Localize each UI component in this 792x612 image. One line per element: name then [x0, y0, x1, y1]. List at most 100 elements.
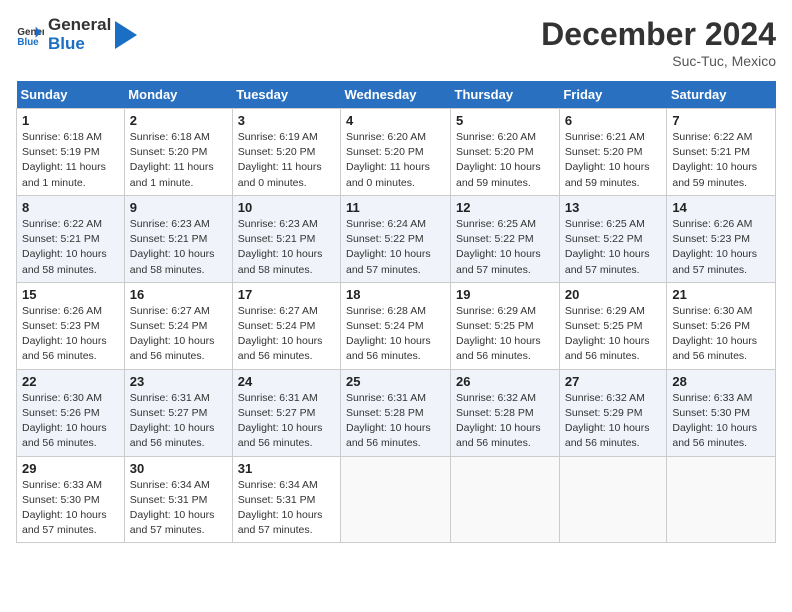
header-sunday: Sunday	[17, 81, 125, 109]
day-number: 14	[672, 200, 770, 215]
day-number: 19	[456, 287, 554, 302]
table-row: 1 Sunrise: 6:18 AM Sunset: 5:19 PM Dayli…	[17, 109, 125, 196]
calendar-week-row: 29 Sunrise: 6:33 AM Sunset: 5:30 PM Dayl…	[17, 456, 776, 543]
day-number: 29	[22, 461, 119, 476]
day-info: Sunrise: 6:22 AM Sunset: 5:21 PM Dayligh…	[22, 217, 119, 278]
logo-blue-text: Blue	[48, 35, 111, 54]
table-row: 12 Sunrise: 6:25 AM Sunset: 5:22 PM Dayl…	[451, 195, 560, 282]
day-number: 11	[346, 200, 445, 215]
day-info: Sunrise: 6:32 AM Sunset: 5:28 PM Dayligh…	[456, 391, 554, 452]
day-number: 12	[456, 200, 554, 215]
day-number: 18	[346, 287, 445, 302]
day-info: Sunrise: 6:29 AM Sunset: 5:25 PM Dayligh…	[565, 304, 662, 365]
table-row: 14 Sunrise: 6:26 AM Sunset: 5:23 PM Dayl…	[667, 195, 776, 282]
table-row: 4 Sunrise: 6:20 AM Sunset: 5:20 PM Dayli…	[341, 109, 451, 196]
day-info: Sunrise: 6:22 AM Sunset: 5:21 PM Dayligh…	[672, 130, 770, 191]
day-info: Sunrise: 6:33 AM Sunset: 5:30 PM Dayligh…	[672, 391, 770, 452]
day-info: Sunrise: 6:23 AM Sunset: 5:21 PM Dayligh…	[130, 217, 227, 278]
day-info: Sunrise: 6:30 AM Sunset: 5:26 PM Dayligh…	[672, 304, 770, 365]
table-row: 2 Sunrise: 6:18 AM Sunset: 5:20 PM Dayli…	[124, 109, 232, 196]
month-title: December 2024	[541, 16, 776, 53]
day-info: Sunrise: 6:28 AM Sunset: 5:24 PM Dayligh…	[346, 304, 445, 365]
table-row: 9 Sunrise: 6:23 AM Sunset: 5:21 PM Dayli…	[124, 195, 232, 282]
header-wednesday: Wednesday	[341, 81, 451, 109]
day-number: 3	[238, 113, 335, 128]
table-row: 5 Sunrise: 6:20 AM Sunset: 5:20 PM Dayli…	[451, 109, 560, 196]
day-info: Sunrise: 6:20 AM Sunset: 5:20 PM Dayligh…	[346, 130, 445, 191]
table-row: 3 Sunrise: 6:19 AM Sunset: 5:20 PM Dayli…	[232, 109, 340, 196]
table-row: 19 Sunrise: 6:29 AM Sunset: 5:25 PM Dayl…	[451, 282, 560, 369]
day-info: Sunrise: 6:31 AM Sunset: 5:27 PM Dayligh…	[238, 391, 335, 452]
calendar-week-row: 15 Sunrise: 6:26 AM Sunset: 5:23 PM Dayl…	[17, 282, 776, 369]
day-number: 1	[22, 113, 119, 128]
table-row: 13 Sunrise: 6:25 AM Sunset: 5:22 PM Dayl…	[559, 195, 667, 282]
day-number: 16	[130, 287, 227, 302]
table-row: 8 Sunrise: 6:22 AM Sunset: 5:21 PM Dayli…	[17, 195, 125, 282]
day-info: Sunrise: 6:27 AM Sunset: 5:24 PM Dayligh…	[238, 304, 335, 365]
day-info: Sunrise: 6:19 AM Sunset: 5:20 PM Dayligh…	[238, 130, 335, 191]
table-row: 15 Sunrise: 6:26 AM Sunset: 5:23 PM Dayl…	[17, 282, 125, 369]
header-saturday: Saturday	[667, 81, 776, 109]
day-number: 31	[238, 461, 335, 476]
day-number: 21	[672, 287, 770, 302]
day-number: 2	[130, 113, 227, 128]
logo: General Blue General Blue	[16, 16, 137, 53]
table-row: 6 Sunrise: 6:21 AM Sunset: 5:20 PM Dayli…	[559, 109, 667, 196]
table-row: 11 Sunrise: 6:24 AM Sunset: 5:22 PM Dayl…	[341, 195, 451, 282]
day-info: Sunrise: 6:31 AM Sunset: 5:28 PM Dayligh…	[346, 391, 445, 452]
day-number: 27	[565, 374, 662, 389]
table-row	[451, 456, 560, 543]
table-row: 10 Sunrise: 6:23 AM Sunset: 5:21 PM Dayl…	[232, 195, 340, 282]
table-row	[667, 456, 776, 543]
calendar-week-row: 1 Sunrise: 6:18 AM Sunset: 5:19 PM Dayli…	[17, 109, 776, 196]
svg-text:Blue: Blue	[17, 36, 39, 47]
calendar-table: Sunday Monday Tuesday Wednesday Thursday…	[16, 81, 776, 543]
logo-icon: General Blue	[16, 21, 44, 49]
day-info: Sunrise: 6:23 AM Sunset: 5:21 PM Dayligh…	[238, 217, 335, 278]
day-info: Sunrise: 6:29 AM Sunset: 5:25 PM Dayligh…	[456, 304, 554, 365]
calendar-week-row: 22 Sunrise: 6:30 AM Sunset: 5:26 PM Dayl…	[17, 369, 776, 456]
table-row: 30 Sunrise: 6:34 AM Sunset: 5:31 PM Dayl…	[124, 456, 232, 543]
logo-arrow-icon	[115, 21, 137, 49]
day-number: 7	[672, 113, 770, 128]
table-row: 21 Sunrise: 6:30 AM Sunset: 5:26 PM Dayl…	[667, 282, 776, 369]
table-row	[341, 456, 451, 543]
location-title: Suc-Tuc, Mexico	[541, 53, 776, 69]
day-info: Sunrise: 6:34 AM Sunset: 5:31 PM Dayligh…	[238, 478, 335, 539]
table-row: 31 Sunrise: 6:34 AM Sunset: 5:31 PM Dayl…	[232, 456, 340, 543]
day-number: 13	[565, 200, 662, 215]
day-info: Sunrise: 6:33 AM Sunset: 5:30 PM Dayligh…	[22, 478, 119, 539]
table-row	[559, 456, 667, 543]
day-number: 25	[346, 374, 445, 389]
day-number: 28	[672, 374, 770, 389]
table-row: 18 Sunrise: 6:28 AM Sunset: 5:24 PM Dayl…	[341, 282, 451, 369]
header-tuesday: Tuesday	[232, 81, 340, 109]
day-number: 10	[238, 200, 335, 215]
table-row: 17 Sunrise: 6:27 AM Sunset: 5:24 PM Dayl…	[232, 282, 340, 369]
table-row: 16 Sunrise: 6:27 AM Sunset: 5:24 PM Dayl…	[124, 282, 232, 369]
table-row: 7 Sunrise: 6:22 AM Sunset: 5:21 PM Dayli…	[667, 109, 776, 196]
day-number: 4	[346, 113, 445, 128]
day-info: Sunrise: 6:26 AM Sunset: 5:23 PM Dayligh…	[672, 217, 770, 278]
day-number: 9	[130, 200, 227, 215]
day-info: Sunrise: 6:31 AM Sunset: 5:27 PM Dayligh…	[130, 391, 227, 452]
day-info: Sunrise: 6:18 AM Sunset: 5:20 PM Dayligh…	[130, 130, 227, 191]
table-row: 22 Sunrise: 6:30 AM Sunset: 5:26 PM Dayl…	[17, 369, 125, 456]
day-info: Sunrise: 6:30 AM Sunset: 5:26 PM Dayligh…	[22, 391, 119, 452]
table-row: 20 Sunrise: 6:29 AM Sunset: 5:25 PM Dayl…	[559, 282, 667, 369]
day-number: 15	[22, 287, 119, 302]
day-info: Sunrise: 6:18 AM Sunset: 5:19 PM Dayligh…	[22, 130, 119, 191]
page-header: General Blue General Blue December 2024 …	[16, 16, 776, 69]
calendar-header-row: Sunday Monday Tuesday Wednesday Thursday…	[17, 81, 776, 109]
day-info: Sunrise: 6:25 AM Sunset: 5:22 PM Dayligh…	[565, 217, 662, 278]
header-friday: Friday	[559, 81, 667, 109]
day-number: 26	[456, 374, 554, 389]
day-number: 24	[238, 374, 335, 389]
table-row: 23 Sunrise: 6:31 AM Sunset: 5:27 PM Dayl…	[124, 369, 232, 456]
table-row: 25 Sunrise: 6:31 AM Sunset: 5:28 PM Dayl…	[341, 369, 451, 456]
header-thursday: Thursday	[451, 81, 560, 109]
table-row: 26 Sunrise: 6:32 AM Sunset: 5:28 PM Dayl…	[451, 369, 560, 456]
logo-general-text: General	[48, 16, 111, 35]
day-info: Sunrise: 6:26 AM Sunset: 5:23 PM Dayligh…	[22, 304, 119, 365]
day-info: Sunrise: 6:32 AM Sunset: 5:29 PM Dayligh…	[565, 391, 662, 452]
